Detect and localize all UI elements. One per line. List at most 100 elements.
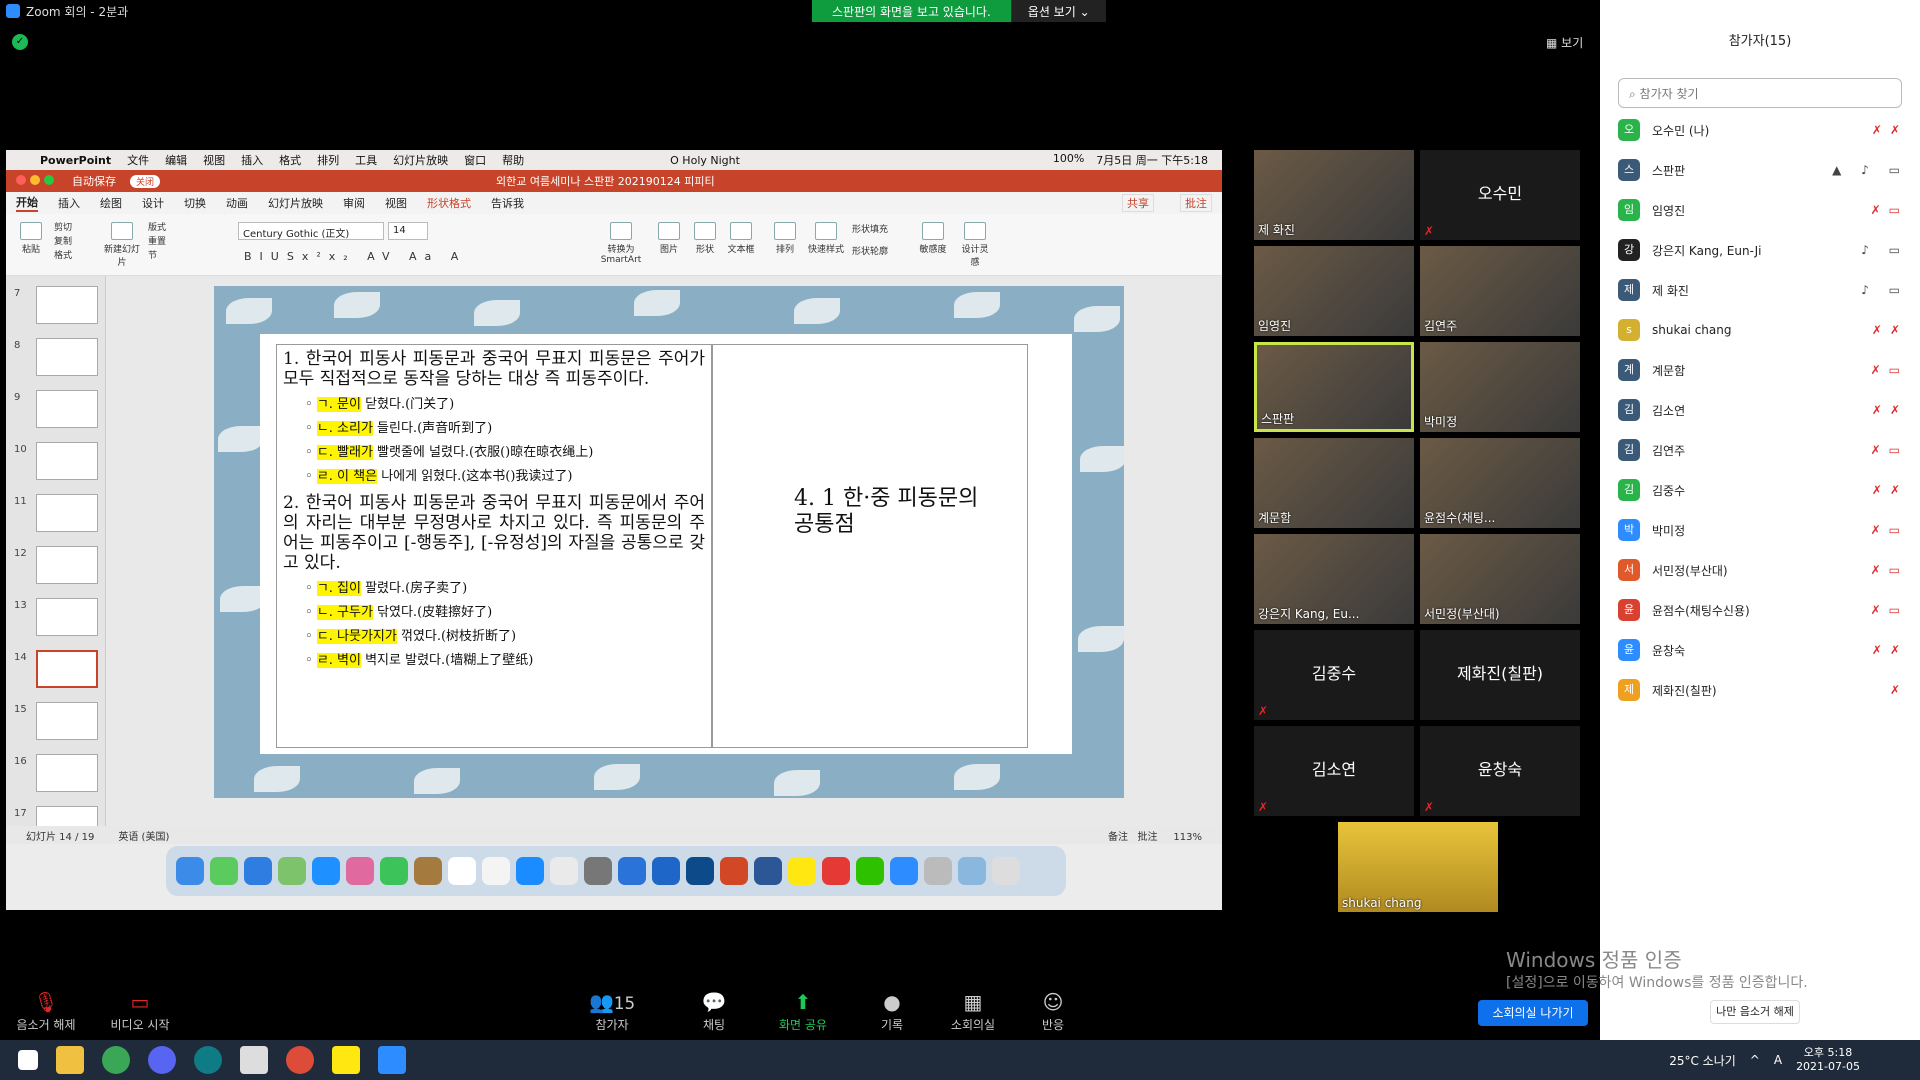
video-tile[interactable]: 김중수 ✗ <box>1254 630 1414 720</box>
reset-button[interactable]: 重置 <box>148 234 188 247</box>
chrome-icon[interactable] <box>286 1046 314 1074</box>
trash-icon[interactable] <box>992 857 1020 885</box>
comments-button[interactable]: 批注 <box>1138 832 1158 843</box>
designer-button[interactable]: 设计灵感 <box>958 222 992 268</box>
kakaotalk-icon[interactable] <box>332 1046 360 1074</box>
menu-arrange[interactable]: 排列 <box>317 152 339 168</box>
participant-row[interactable]: 스 스판판 ▲ ♪ ▭ <box>1618 154 1908 186</box>
smartart-button[interactable]: 转换为 SmartArt <box>596 222 646 265</box>
folder-icon[interactable] <box>958 857 986 885</box>
maps-icon[interactable] <box>278 857 306 885</box>
view-button[interactable]: ▦ 보기 <box>1546 34 1583 51</box>
menu-file[interactable]: 文件 <box>127 152 149 168</box>
language-indicator[interactable]: 英语 (美国) <box>118 828 169 843</box>
facetime-icon[interactable] <box>380 857 408 885</box>
video-tile[interactable]: 제 화진 <box>1254 150 1414 240</box>
autosave-toggle[interactable]: 关闭 <box>130 174 161 188</box>
menu-powerpoint[interactable]: PowerPoint <box>40 154 111 167</box>
tab-transitions[interactable]: 切换 <box>184 195 206 211</box>
wechat-icon[interactable] <box>856 857 884 885</box>
section-button[interactable]: 节 <box>148 248 188 261</box>
close-dot-icon[interactable] <box>16 174 26 185</box>
notes-button[interactable]: 备注 <box>1108 832 1128 843</box>
participant-row[interactable]: 김 김중수 ✗✗ <box>1618 474 1908 506</box>
shape-button[interactable]: 形状 <box>690 222 720 255</box>
video-tile[interactable]: 김소연 ✗ <box>1254 726 1414 816</box>
cut-button[interactable]: 剪切 <box>54 220 94 233</box>
picture-button[interactable]: 图片 <box>654 222 684 255</box>
app-store-icon[interactable] <box>516 857 544 885</box>
shape-fill-button[interactable]: 形状填充 <box>852 222 912 235</box>
menu-tools[interactable]: 工具 <box>355 152 377 168</box>
share-button[interactable]: 共享 <box>1122 194 1154 212</box>
participant-row[interactable]: 윤 윤창숙 ✗✗ <box>1618 634 1908 666</box>
format-painter-button[interactable]: 格式 <box>54 248 94 261</box>
textbox-button[interactable]: 文本框 <box>726 222 756 255</box>
tab-animations[interactable]: 动画 <box>226 195 248 211</box>
video-tile[interactable]: shukai chang <box>1338 822 1498 912</box>
body-text-box[interactable]: 1. 한국어 피동사 피동문과 중국어 무표지 피동문은 주어가 모두 직접적으… <box>276 344 712 748</box>
participant-row[interactable]: 제 제화진(칠판) ✗ <box>1618 674 1908 706</box>
font-family-select[interactable]: Century Gothic (正文) <box>238 222 384 240</box>
chat-button[interactable]: 💬 채팅 <box>674 990 754 1033</box>
font-size-select[interactable]: 14 <box>388 222 428 240</box>
record-button[interactable]: ● 기록 <box>852 990 932 1033</box>
tab-home[interactable]: 开始 <box>16 194 38 212</box>
leave-breakout-room-button[interactable]: 소회의실 나가기 <box>1478 1000 1588 1026</box>
settings-icon[interactable] <box>584 857 612 885</box>
finder-icon[interactable] <box>176 857 204 885</box>
slide-thumbnail[interactable]: 12 <box>10 546 98 586</box>
slide-thumbnail[interactable]: 13 <box>10 598 98 638</box>
zoom-level[interactable]: 113% <box>1173 832 1202 843</box>
tab-insert[interactable]: 插入 <box>58 195 80 211</box>
shape-outline-button[interactable]: 形状轮廓 <box>852 244 912 257</box>
slide-thumbnail[interactable]: 16 <box>10 754 98 794</box>
reminders-icon[interactable] <box>482 857 510 885</box>
menu-format[interactable]: 格式 <box>279 152 301 168</box>
unmute-me-button[interactable]: 나만 음소거 해제 <box>1710 1000 1800 1024</box>
shield-icon[interactable]: ✓ <box>12 34 28 50</box>
baidu-icon[interactable] <box>652 857 680 885</box>
participant-row[interactable]: 강 강은지 Kang, Eun-Ji ♪ ▭ <box>1618 234 1908 266</box>
video-tile[interactable]: 박미정 <box>1420 342 1580 432</box>
slide-canvas[interactable]: 1. 한국어 피동사 피동문과 중국어 무표지 피동문은 주어가 모두 직접적으… <box>214 286 1124 798</box>
menu-window[interactable]: 窗口 <box>464 152 486 168</box>
view-options-button[interactable]: 옵션 보기 ⌄ <box>1010 0 1106 22</box>
menu-help[interactable]: 帮助 <box>502 152 524 168</box>
participant-row[interactable]: 윤 윤점수(채팅수신용) ✗▭ <box>1618 594 1908 626</box>
video-tile[interactable]: 제화진(칠판) <box>1420 630 1580 720</box>
slide-thumbnail[interactable]: 8 <box>10 338 98 378</box>
minimize-dot-icon[interactable] <box>30 174 40 185</box>
video-tile[interactable]: 오수민 ✗ <box>1420 150 1580 240</box>
video-tile-active-speaker[interactable]: 스판판 <box>1254 342 1414 432</box>
reactions-button[interactable]: ☺ 반응 <box>1013 990 1093 1033</box>
arrange-button[interactable]: 排列 <box>770 222 800 255</box>
slide-thumbnail[interactable]: 9 <box>10 390 98 430</box>
video-tile[interactable]: 김연주 <box>1420 246 1580 336</box>
new-slide-button[interactable]: 新建幻灯片 <box>102 222 142 268</box>
tab-slideshow[interactable]: 幻灯片放映 <box>268 195 323 211</box>
participant-row[interactable]: 박 박미정 ✗▭ <box>1618 514 1908 546</box>
video-tile[interactable]: 강은지 Kang, Eu... <box>1254 534 1414 624</box>
breakout-rooms-button[interactable]: ▦ 소회의실 <box>933 990 1013 1033</box>
slide-thumbnail[interactable]: 15 <box>10 702 98 742</box>
participant-row[interactable]: 김 김소연 ✗✗ <box>1618 394 1908 426</box>
layout-button[interactable]: 版式 <box>148 220 188 233</box>
quick-styles-button[interactable]: 快速样式 <box>806 222 846 255</box>
participant-row[interactable]: 김 김연주 ✗▭ <box>1618 434 1908 466</box>
unmute-button[interactable]: 🎙 음소거 해제 <box>6 990 86 1033</box>
zoom-icon[interactable] <box>378 1046 406 1074</box>
menu-slideshow[interactable]: 幻灯片放映 <box>393 152 448 168</box>
menu-edit[interactable]: 编辑 <box>165 152 187 168</box>
slide-thumbnail-selected[interactable]: 14 <box>10 650 98 690</box>
discord-icon[interactable] <box>148 1046 176 1074</box>
participant-row[interactable]: 임 임영진 ✗▭ <box>1618 194 1908 226</box>
tab-view[interactable]: 视图 <box>385 195 407 211</box>
app-icon[interactable] <box>924 857 952 885</box>
video-tile[interactable]: 윤창숙 ✗ <box>1420 726 1580 816</box>
tab-review[interactable]: 审阅 <box>343 195 365 211</box>
video-tile[interactable]: 계문함 <box>1254 438 1414 528</box>
messages-icon[interactable] <box>210 857 238 885</box>
app-icon[interactable] <box>686 857 714 885</box>
menu-insert[interactable]: 插入 <box>241 152 263 168</box>
